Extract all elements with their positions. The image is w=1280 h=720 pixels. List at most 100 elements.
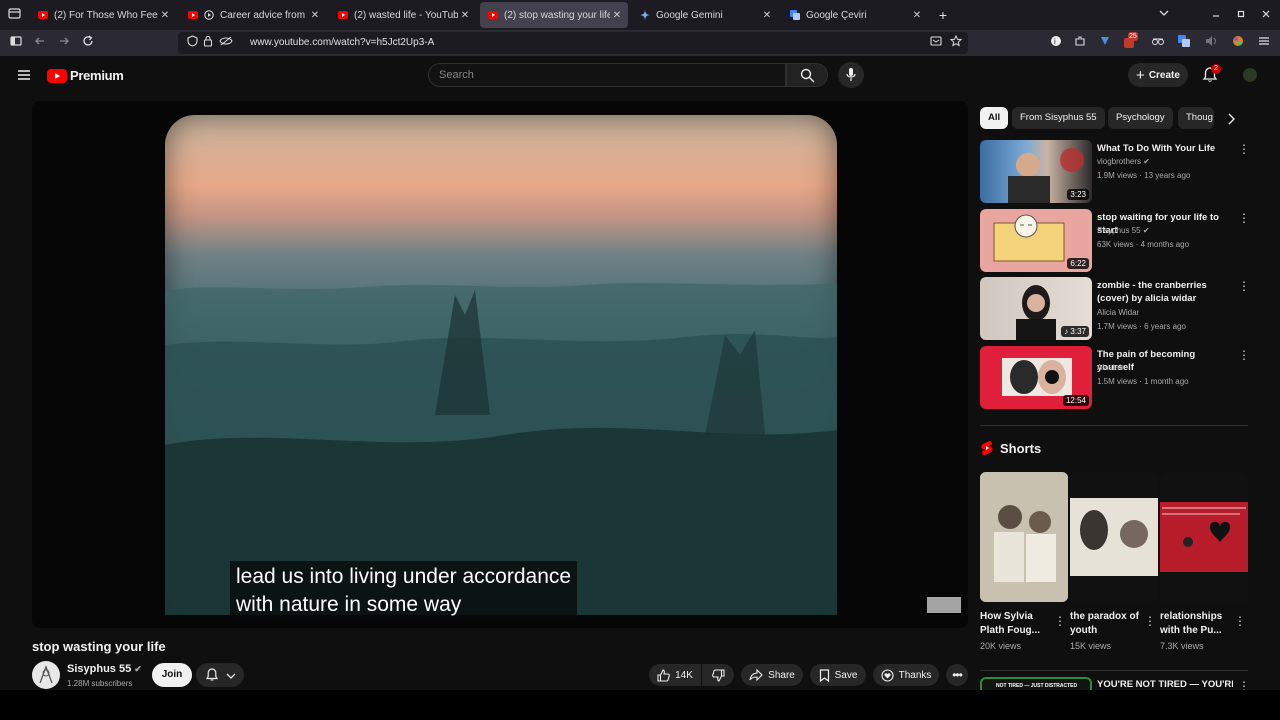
sidebar-toggle-icon[interactable] xyxy=(8,35,24,51)
youtube-favicon-icon xyxy=(188,10,198,20)
search-button[interactable] xyxy=(786,63,828,87)
like-button[interactable]: 14K xyxy=(649,664,701,686)
recommendation-channel[interactable]: Alastair xyxy=(1097,363,1124,372)
chip-psychology[interactable]: Psychology xyxy=(1108,107,1173,129)
short-item[interactable]: How Sylvia Plath Foug... 20K views ⋮ xyxy=(980,472,1068,651)
video-thumbnail[interactable]: 6:22 xyxy=(980,209,1092,272)
extension-shield-icon[interactable]: i xyxy=(1048,35,1064,51)
tab-close-icon[interactable]: ✕ xyxy=(308,10,322,21)
recommendation-title[interactable]: YOU'RE NOT TIRED — YOU'RE xyxy=(1097,679,1233,690)
recommendation-channel-row[interactable]: Sisyphus 55 ✔ xyxy=(1097,226,1150,235)
channel-avatar[interactable] xyxy=(32,661,60,689)
tab-close-icon[interactable]: ✕ xyxy=(458,10,472,21)
permissions-icon[interactable] xyxy=(218,35,234,51)
tab-close-icon[interactable]: ✕ xyxy=(610,10,624,21)
guide-menu-icon[interactable] xyxy=(17,68,31,87)
color-picker-extension-icon[interactable] xyxy=(1230,35,1246,51)
more-vertical-icon[interactable]: ⋮ xyxy=(1238,348,1250,362)
tab-close-icon[interactable]: ✕ xyxy=(910,10,924,21)
chip-thoughts[interactable]: Thoug xyxy=(1178,107,1214,129)
hamburger-menu-icon[interactable] xyxy=(1256,35,1272,51)
more-vertical-icon[interactable]: ⋮ xyxy=(1054,614,1066,628)
video-thumbnail[interactable]: ♪ 3:37 xyxy=(980,277,1092,340)
lock-icon[interactable] xyxy=(200,35,216,51)
reader-view-icon[interactable] xyxy=(928,35,944,51)
search-input[interactable]: Search xyxy=(428,63,786,87)
recommendation-item[interactable]: 6:22 stop waiting for your life to start… xyxy=(980,209,1250,273)
recommendation-item[interactable]: 3:23 What To Do With Your Life vlogbroth… xyxy=(980,140,1250,204)
window-close-icon[interactable] xyxy=(1258,7,1274,23)
caption-line: lead us into living under accordance xyxy=(236,565,572,588)
forward-icon[interactable] xyxy=(56,35,72,51)
browser-tab[interactable]: Google Çeviri ✕ xyxy=(782,2,928,28)
create-button[interactable]: + Create xyxy=(1128,63,1188,87)
more-vertical-icon[interactable]: ⋮ xyxy=(1238,279,1250,293)
browser-tab[interactable]: Career advice from a m ✕ xyxy=(180,2,326,28)
subscriber-count: 1.28M subscribers xyxy=(67,679,133,688)
tab-close-icon[interactable]: ✕ xyxy=(760,10,774,21)
channel-name[interactable]: Sisyphus 55 xyxy=(67,663,131,675)
video-player[interactable] xyxy=(32,101,968,628)
short-title[interactable]: How Sylvia Plath Foug... xyxy=(980,610,1056,638)
channel-name-row[interactable]: Sisyphus 55 ✔ xyxy=(67,663,142,675)
back-icon[interactable] xyxy=(32,35,48,51)
recommendation-item[interactable]: ♪ 3:37 zombie - the cranberries (cover) … xyxy=(980,277,1250,341)
more-vertical-icon[interactable]: ⋮ xyxy=(1234,614,1246,628)
chevron-down-icon[interactable] xyxy=(1156,7,1172,23)
video-thumbnail[interactable]: 12:54 xyxy=(980,346,1092,409)
url-bar[interactable]: www.youtube.com/watch?v=h5Jct2Up3-A xyxy=(178,32,968,54)
youtube-logo[interactable]: Premium xyxy=(47,68,124,83)
short-views: 7.3K views xyxy=(1160,641,1204,651)
recommendation-channel[interactable]: vlogbrothers xyxy=(1097,157,1141,166)
save-button[interactable]: Save xyxy=(810,664,866,686)
chip-from-channel[interactable]: From Sisyphus 55 xyxy=(1012,107,1105,129)
browser-tab[interactable]: (2) For Those Who Feel Los ✕ xyxy=(30,2,176,28)
short-thumbnail[interactable] xyxy=(1160,472,1248,602)
dislike-button[interactable] xyxy=(702,664,734,686)
shield-icon[interactable] xyxy=(184,35,200,51)
short-thumbnail[interactable] xyxy=(980,472,1068,602)
join-button[interactable]: Join xyxy=(152,663,192,687)
short-item[interactable]: the paradox of youth 15K views ⋮ xyxy=(1070,472,1158,651)
recommendation-channel-row[interactable]: vlogbrothers ✔ xyxy=(1097,157,1150,166)
browser-tab-active[interactable]: (2) stop wasting your life - ✕ xyxy=(480,2,628,28)
more-vertical-icon[interactable]: ⋮ xyxy=(1238,142,1250,156)
translate-extension-icon[interactable] xyxy=(1097,35,1113,51)
short-item[interactable]: relationships with the Pu... 7.3K views … xyxy=(1160,472,1248,651)
short-title[interactable]: the paradox of youth xyxy=(1070,610,1146,638)
recommendation-title[interactable]: zombie - the cranberries (cover) by alic… xyxy=(1097,279,1233,305)
recommendation-item[interactable]: 12:54 The pain of becoming yourself Alas… xyxy=(980,346,1250,410)
url-text: www.youtube.com/watch?v=h5Jct2Up3-A xyxy=(250,37,435,48)
voice-search-button[interactable] xyxy=(838,62,864,88)
reload-icon[interactable] xyxy=(80,35,96,51)
share-button[interactable]: Share xyxy=(741,664,803,686)
more-actions-button[interactable]: ••• xyxy=(946,664,968,686)
adblock-extension-icon[interactable]: 25 xyxy=(1122,32,1138,51)
short-title[interactable]: relationships with the Pu... xyxy=(1160,610,1236,638)
recommendation-channel[interactable]: Sisyphus 55 xyxy=(1097,226,1141,235)
translate-page-icon[interactable] xyxy=(1176,35,1192,51)
privacy-extension-icon[interactable] xyxy=(1150,35,1166,51)
notifications-button[interactable]: 2 xyxy=(1202,64,1221,88)
short-thumbnail[interactable] xyxy=(1070,472,1158,602)
tab-list-icon[interactable] xyxy=(6,7,22,23)
video-thumbnail[interactable]: 3:23 xyxy=(980,140,1092,203)
maximize-icon[interactable] xyxy=(1233,7,1249,23)
minimize-icon[interactable] xyxy=(1208,7,1224,23)
recommendation-title[interactable]: What To Do With Your Life xyxy=(1097,142,1233,155)
new-tab-icon[interactable]: + xyxy=(935,7,951,23)
chip-all[interactable]: All xyxy=(980,107,1009,129)
speaker-icon[interactable] xyxy=(1203,35,1219,51)
bookmark-star-icon[interactable] xyxy=(948,34,964,51)
extensions-puzzle-icon[interactable] xyxy=(1072,35,1088,51)
more-vertical-icon[interactable]: ⋮ xyxy=(1238,211,1250,225)
more-vertical-icon[interactable]: ⋮ xyxy=(1144,614,1156,628)
browser-tab[interactable]: (2) wasted life - YouTube ✕ xyxy=(330,2,476,28)
recommendation-channel[interactable]: Alicia Widar xyxy=(1097,308,1139,317)
browser-tab[interactable]: Google Gemini ✕ xyxy=(632,2,778,28)
subscription-bell-button[interactable] xyxy=(196,663,244,687)
account-avatar[interactable] xyxy=(1243,68,1257,82)
chevron-right-icon[interactable] xyxy=(1226,112,1236,130)
tab-close-icon[interactable]: ✕ xyxy=(158,10,172,21)
thanks-button[interactable]: Thanks xyxy=(873,664,939,686)
